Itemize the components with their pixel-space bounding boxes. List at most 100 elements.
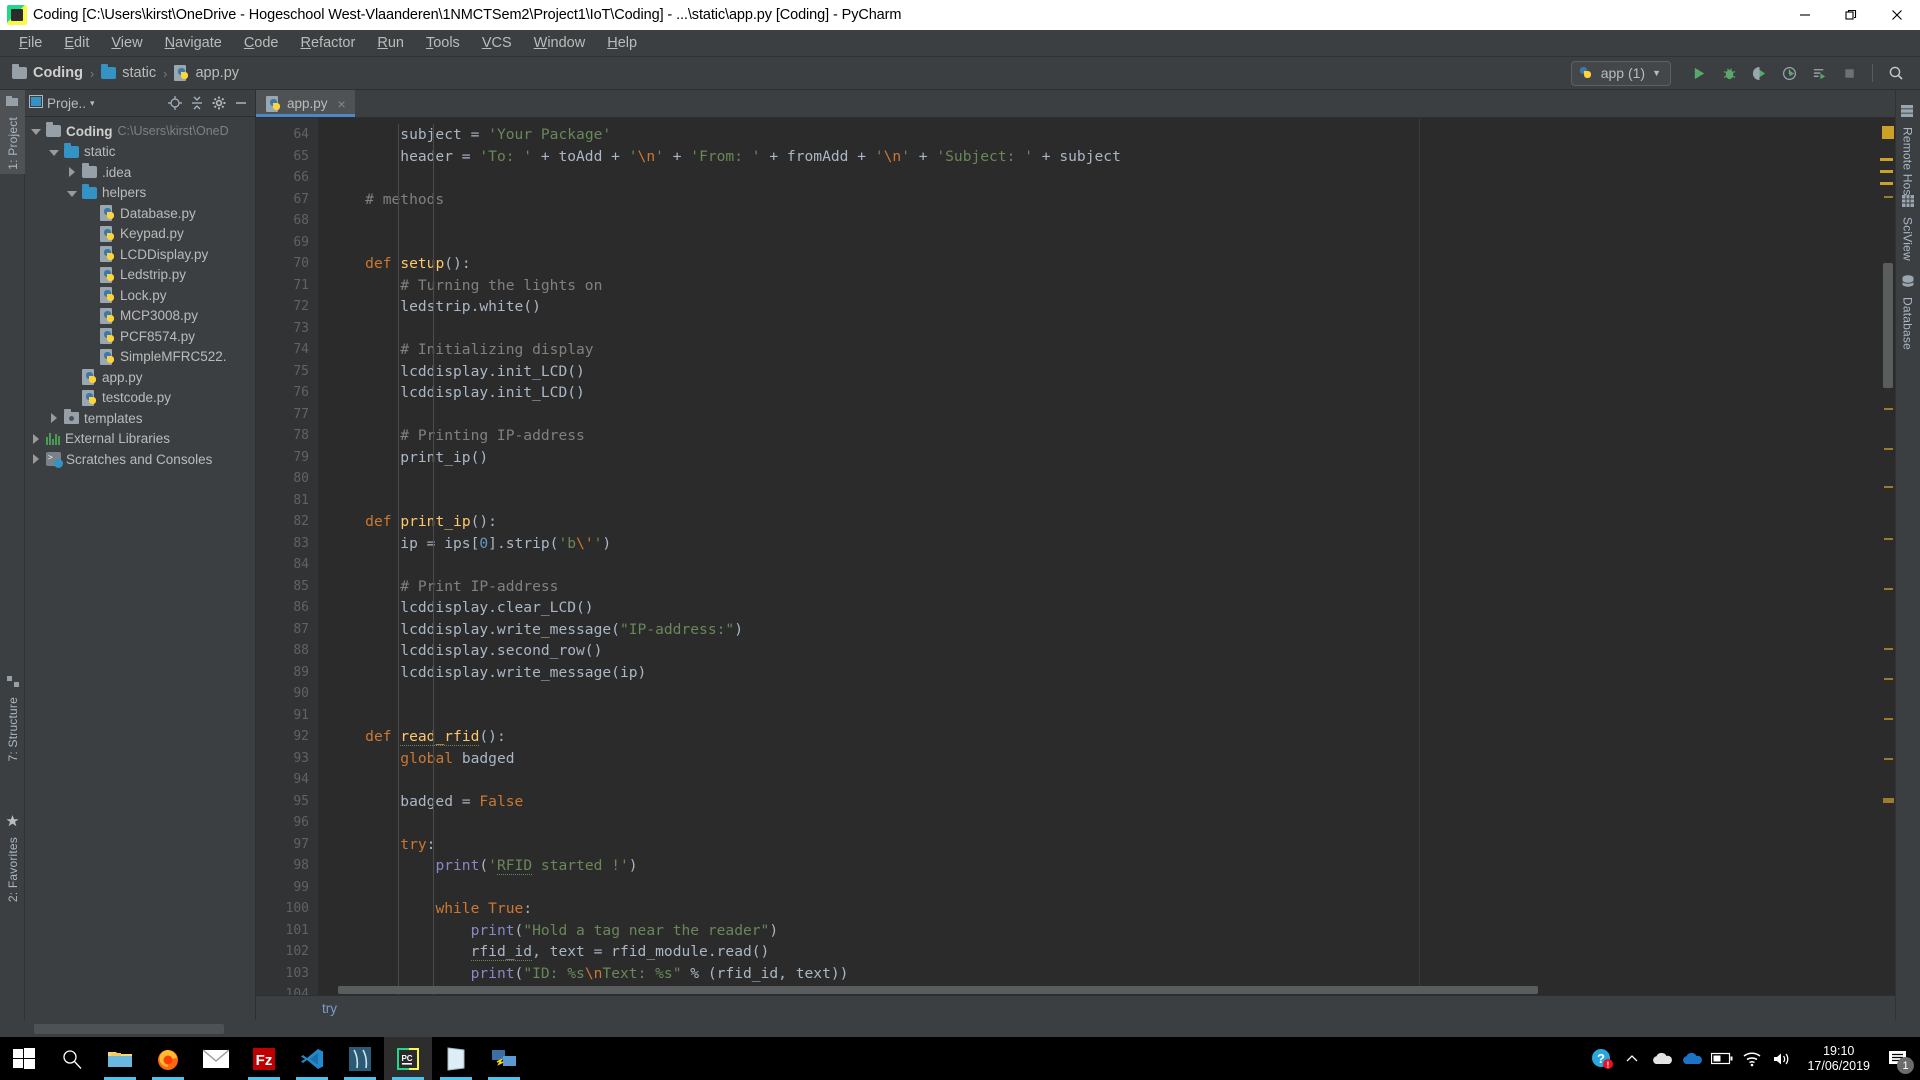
run-coverage-button[interactable] (1745, 60, 1773, 86)
line-number[interactable]: 97 (256, 834, 331, 856)
mail-button[interactable] (192, 1037, 240, 1080)
code-content[interactable]: subject = 'Your Package' header = 'To: '… (318, 118, 1895, 995)
settings-gear-icon[interactable] (209, 93, 229, 113)
line-number[interactable]: 68 (256, 210, 318, 232)
code-line[interactable]: header = 'To: ' + toAdd + '\n' + 'From: … (318, 146, 1895, 168)
menu-item-view[interactable]: View (100, 32, 153, 54)
remote-desktop-button[interactable] (480, 1037, 528, 1080)
line-number[interactable]: 79 (256, 447, 331, 469)
line-number[interactable]: 74 (256, 339, 318, 361)
firefox-button[interactable] (144, 1037, 192, 1080)
notes-button[interactable] (432, 1037, 480, 1080)
line-number[interactable]: 82 (256, 511, 331, 533)
search-everywhere-button[interactable] (1882, 60, 1910, 86)
editor-gutter[interactable]: 64 65 66 67 68 69 70 71 72 73 74 75 76 77 78 79 80 81 82 83… (256, 118, 331, 995)
chevron-right-icon[interactable] (31, 433, 41, 444)
taskbar-clock[interactable]: 19:10 17/06/2019 (1797, 1037, 1880, 1080)
tree-node-app-py[interactable]: app.py (25, 367, 255, 388)
tree-node-lcddisplay-py[interactable]: LCDDisplay.py (25, 244, 255, 265)
line-number[interactable]: 92 (256, 726, 331, 748)
code-line[interactable]: def setup(): (318, 253, 1895, 275)
close-button[interactable] (1874, 0, 1920, 30)
tree-node-templates[interactable]: templates (25, 408, 255, 429)
help-alert-icon[interactable]: ? ! (1587, 1037, 1617, 1080)
project-panel-title[interactable]: Proje.. ▾ (29, 95, 95, 111)
line-number[interactable]: 77 (256, 404, 318, 426)
code-line[interactable]: print("Hold a tag near the reader") (318, 920, 1895, 942)
code-line[interactable]: badged = False (318, 791, 1895, 813)
code-line[interactable]: lcddisplay.clear_LCD() (318, 597, 1895, 619)
menu-item-tools[interactable]: Tools (415, 32, 471, 54)
menu-item-code[interactable]: Code (233, 32, 290, 54)
line-number[interactable]: 87 (256, 619, 318, 641)
code-line[interactable] (318, 404, 1895, 426)
code-line[interactable]: print('RFID started !') (318, 855, 1895, 877)
code-line[interactable] (318, 705, 1895, 727)
battery-icon[interactable] (1707, 1037, 1737, 1080)
line-number[interactable]: 91 (256, 705, 318, 727)
line-number[interactable]: 66 (256, 167, 318, 189)
line-number[interactable]: 98 (256, 855, 318, 877)
profile-button[interactable] (1775, 60, 1803, 86)
line-number[interactable]: 64 (256, 124, 318, 146)
code-line[interactable] (318, 232, 1895, 254)
tree-node-static[interactable]: static (25, 142, 255, 163)
wifi-icon[interactable] (1737, 1037, 1767, 1080)
start-button[interactable] (0, 1037, 48, 1080)
chevron-down-icon[interactable] (31, 126, 41, 136)
code-line[interactable] (318, 167, 1895, 189)
vscode-button[interactable] (288, 1037, 336, 1080)
line-number[interactable]: 85 (256, 576, 318, 598)
line-number[interactable]: 88 (256, 640, 318, 662)
code-line[interactable]: def read_rfid(): (318, 726, 1895, 748)
code-line[interactable] (318, 554, 1895, 576)
code-line[interactable]: ip = ips[0].strip('b\'') (318, 533, 1895, 555)
run-tests-button[interactable] (1805, 60, 1833, 86)
menu-item-refactor[interactable]: Refactor (290, 32, 367, 54)
tree-node-helpers[interactable]: helpers (25, 183, 255, 204)
run-configuration-selector[interactable]: app (1) ▼ (1570, 60, 1671, 86)
code-line[interactable]: # Turning the lights on (318, 275, 1895, 297)
code-line[interactable]: global badged (318, 748, 1895, 770)
line-number[interactable]: 69 (256, 232, 318, 254)
line-number[interactable]: 93 (256, 748, 318, 770)
tree-node-database-py[interactable]: Database.py (25, 203, 255, 224)
line-number[interactable]: 96 (256, 812, 318, 834)
line-number[interactable]: 94 (256, 769, 318, 791)
menu-item-help[interactable]: Help (596, 32, 648, 54)
file-explorer-button[interactable] (96, 1037, 144, 1080)
line-number[interactable]: 101 (256, 920, 318, 942)
tree-node-external-libraries[interactable]: External Libraries (25, 429, 255, 450)
line-number[interactable]: 100 (256, 898, 331, 920)
code-line[interactable]: rfid_id, text = rfid_module.read() (318, 941, 1895, 963)
code-line[interactable]: lcddisplay.write_message(ip) (318, 662, 1895, 684)
chevron-down-icon[interactable] (67, 188, 77, 198)
chevron-right-icon[interactable] (31, 454, 41, 465)
search-taskbar-button[interactable] (48, 1037, 96, 1080)
code-line[interactable]: lcddisplay.second_row() (318, 640, 1895, 662)
tool-stripe-remote-host[interactable]: Remote Host (1895, 100, 1920, 203)
hide-panel-icon[interactable] (231, 93, 251, 113)
run-button[interactable] (1685, 60, 1713, 86)
tree-node-simplemfrc522-[interactable]: SimpleMFRC522. (25, 347, 255, 368)
line-number[interactable]: 71 (256, 275, 318, 297)
code-line[interactable]: # methods (318, 189, 1895, 211)
chevron-right-icon[interactable] (49, 413, 59, 424)
line-number[interactable]: 78 (256, 425, 318, 447)
tree-node-lock-py[interactable]: Lock.py (25, 285, 255, 306)
code-line[interactable] (318, 877, 1895, 899)
editor-horizontal-scrollbar[interactable] (318, 986, 1881, 995)
line-number[interactable]: 73 (256, 318, 318, 340)
menu-item-run[interactable]: Run (366, 32, 415, 54)
line-number[interactable]: 75 (256, 361, 318, 383)
code-line[interactable]: # Printing IP-address (318, 425, 1895, 447)
breadcrumb-static[interactable]: static (97, 63, 160, 83)
code-line[interactable]: lcddisplay.init_LCD() (318, 382, 1895, 404)
line-number[interactable]: 103 (256, 963, 318, 985)
menu-item-file[interactable]: File (8, 32, 53, 54)
code-line[interactable]: def print_ip(): (318, 511, 1895, 533)
tree-node-scratches-and-consoles[interactable]: > Scratches and Consoles (25, 449, 255, 470)
line-number[interactable]: 102 (256, 941, 318, 963)
onedrive-grey-icon[interactable] (1647, 1037, 1677, 1080)
breadcrumb-app-py[interactable]: app.py (170, 63, 243, 83)
